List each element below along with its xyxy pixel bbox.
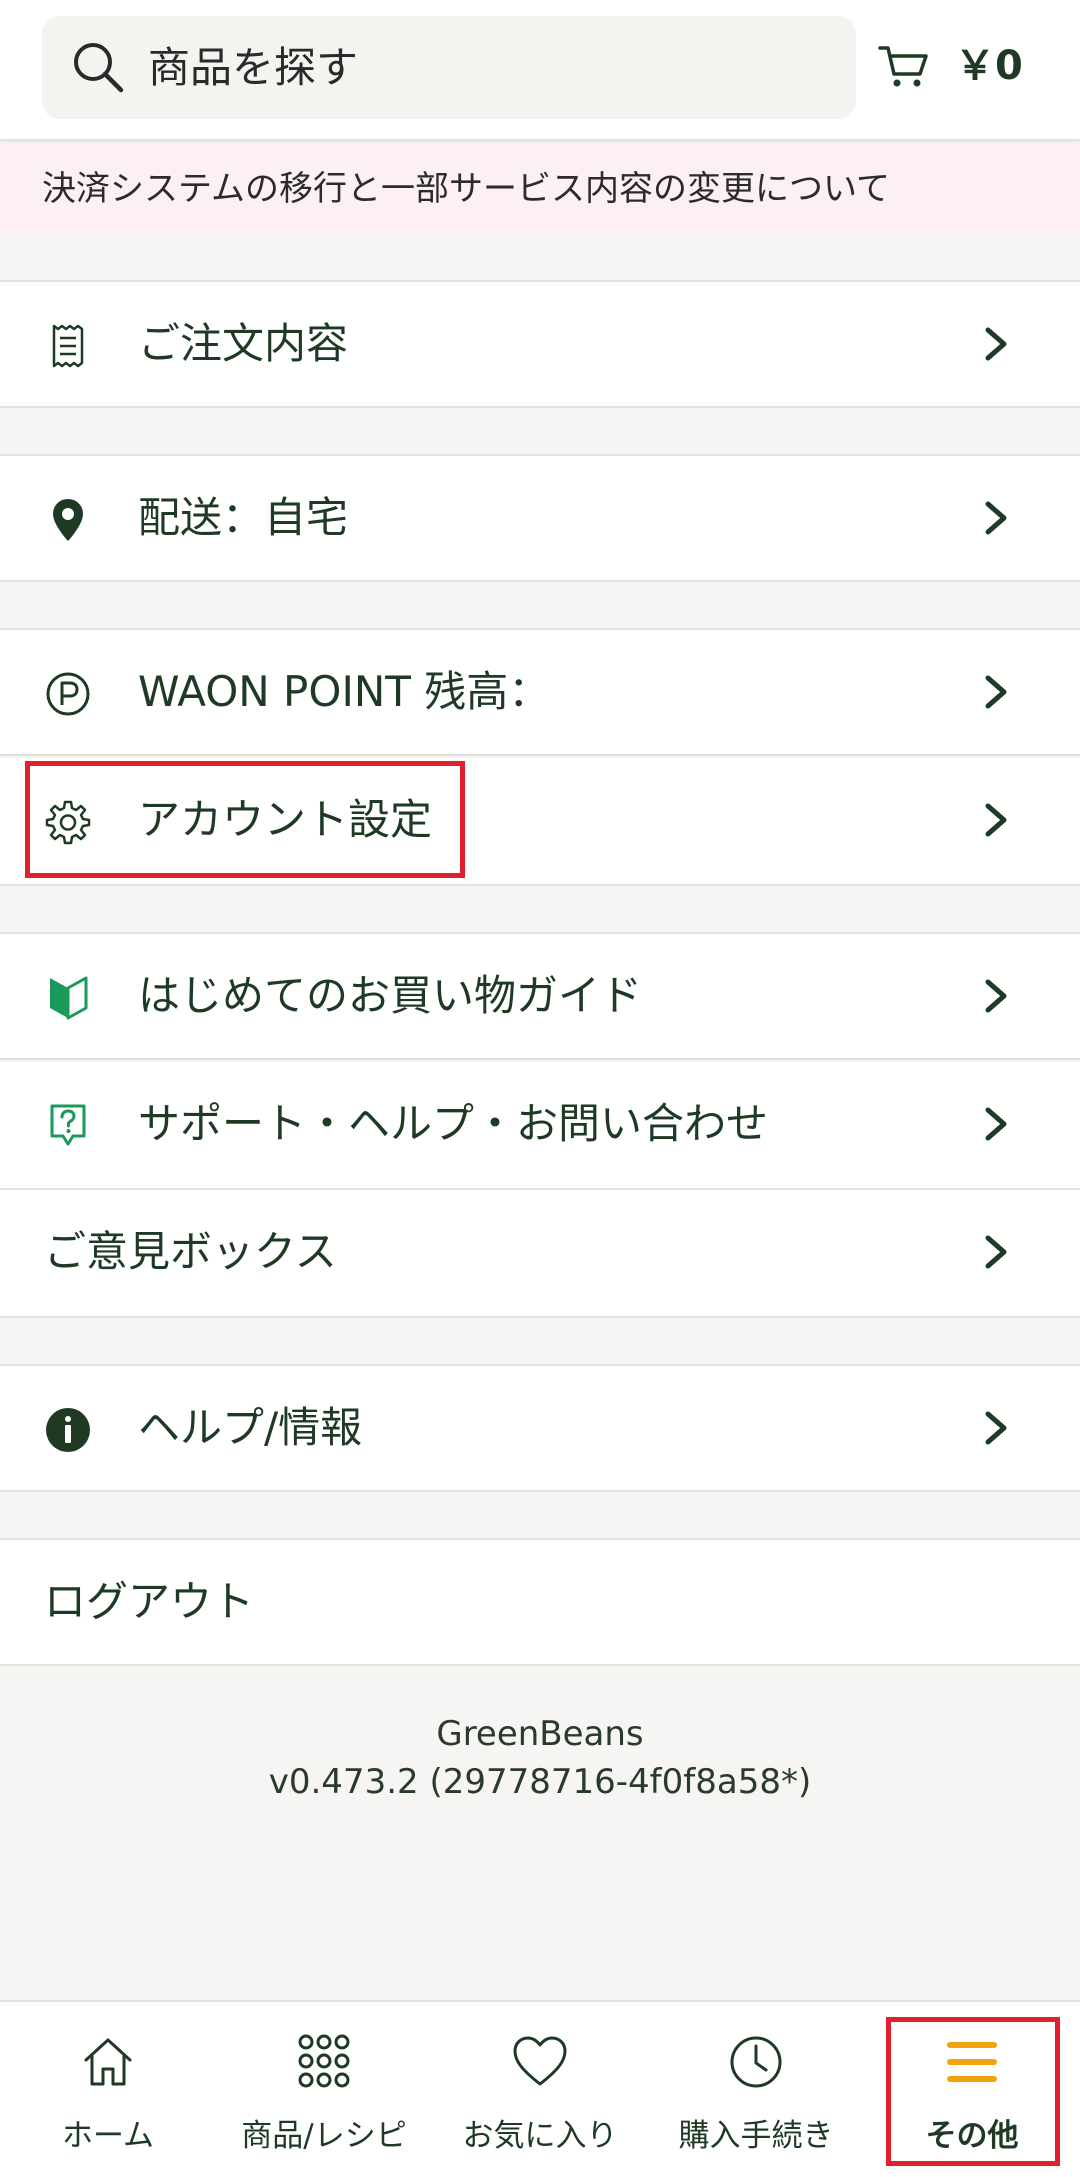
nav-tab-label: お気に入り [462,2118,618,2154]
menu-item-waon-points[interactable]: WAON POINT 残高： [0,628,1080,756]
menu-item-label: サポート・ヘルプ・お問い合わせ [138,1099,769,1148]
menu-item-help-info[interactable]: ヘルプ/情報 [0,1364,1080,1492]
home-icon [84,2038,132,2086]
heart-icon [513,2036,567,2086]
menu-item-delivery[interactable]: 配送：自宅 [0,454,1080,582]
menu-item-support[interactable]: サポート・ヘルプ・お問い合わせ [0,1062,1080,1190]
account-settings-highlight [25,761,465,878]
search-placeholder: 商品を探す [148,43,359,92]
menu-item-label: はじめてのお買い物ガイド [138,971,643,1020]
nav-tab-home[interactable]: ホーム [0,2002,216,2177]
chevron-right-icon [985,979,1007,1013]
menu-item-label: ご意見ボックス [44,1227,337,1276]
search-bar[interactable]: 商品を探す [42,16,856,119]
chevron-right-icon [985,1107,1007,1141]
nav-tab-favorites[interactable]: お気に入り [432,2002,648,2177]
cart-total[interactable]: ￥0 [955,34,1023,98]
notice-text: 決済システムの移行と一部サービス内容の変更について [42,169,890,209]
nav-tab-history[interactable]: 購入手続き [648,2002,864,2177]
beginner-mark-icon [50,976,88,1020]
notice-banner[interactable]: 決済システムの移行と一部サービス内容の変更について [0,143,1080,236]
bottom-navigation: ホーム 商品/レシピ お気に入り 購入手続き その他 [0,2000,1080,2177]
app-header: 商品を探す ￥0 [0,0,1080,141]
location-pin-icon [53,499,83,541]
nav-tab-label: 購入手続き [678,2118,834,2154]
chevron-right-icon [985,327,1007,361]
chevron-right-icon [985,1411,1007,1445]
menu-item-logout[interactable]: ログアウト [0,1538,1080,1666]
nav-tab-products[interactable]: 商品/レシピ [216,2002,432,2177]
info-icon [46,1408,90,1452]
chevron-right-icon [985,803,1007,837]
menu-item-label: ログアウト [44,1577,255,1626]
menu-item-label: WAON POINT 残高： [138,667,551,716]
chevron-right-icon [985,1235,1007,1269]
cart-icon[interactable] [876,38,932,94]
menu-item-shopping-guide[interactable]: はじめてのお買い物ガイド [0,932,1080,1060]
app-version: v0.473.2 (29778716-4f0f8a58*) [268,1762,812,1802]
menu-item-label: 配送：自宅 [138,493,349,542]
nav-tab-label: 商品/レシピ [241,2118,407,2154]
chevron-right-icon [985,675,1007,709]
menu-item-label: ヘルプ/情報 [138,1403,363,1452]
nav-tab-label: ホーム [61,2118,155,2154]
question-bubble-icon [50,1104,86,1146]
more-tab-highlight [886,2017,1060,2166]
app-name: GreenBeans [436,1714,644,1754]
menu-item-label: ご注文内容 [138,319,349,368]
chevron-right-icon [985,501,1007,535]
grid-icon [298,2034,350,2088]
receipt-icon [52,324,84,368]
menu-item-orders[interactable]: ご注文内容 [0,280,1080,408]
clock-icon [730,2036,782,2088]
search-icon [74,43,124,93]
menu-item-feedback[interactable]: ご意見ボックス [0,1190,1080,1318]
points-icon [46,672,90,716]
more-menu-screen: 商品を探す ￥0 決済システムの移行と一部サービス内容の変更について ご注文内容 [0,0,1080,2177]
